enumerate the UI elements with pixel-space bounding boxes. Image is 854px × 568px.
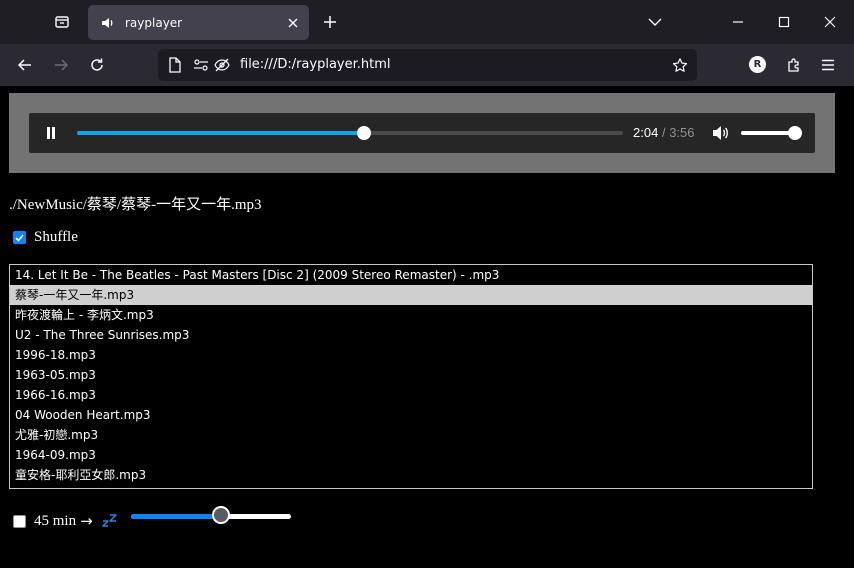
volume-icon: [713, 126, 728, 140]
extensions-button[interactable]: [778, 49, 810, 81]
reload-icon: [91, 58, 103, 71]
list-all-tabs-button[interactable]: [632, 0, 678, 44]
zzz-icon: [101, 514, 119, 528]
puzzle-icon: [788, 58, 799, 72]
speaker-icon: [100, 15, 116, 31]
account-avatar[interactable]: R: [749, 56, 766, 73]
tracking-protection-icon[interactable]: [214, 57, 230, 73]
playlist-item[interactable]: 1966-16.mp3: [10, 385, 812, 405]
window-close-button[interactable]: [807, 0, 853, 44]
volume-thumb[interactable]: [788, 126, 802, 140]
arrow-left-icon: [17, 59, 31, 71]
seek-bar-progress: [77, 131, 364, 135]
navigation-toolbar: file:///D:/rayplayer.html R: [0, 44, 854, 86]
bookmark-star-icon[interactable]: [672, 57, 688, 73]
sleep-timer-slider-fill: [131, 514, 221, 519]
forward-button[interactable]: [45, 49, 77, 81]
playlist-item[interactable]: 1963-05.mp3: [10, 365, 812, 385]
active-tab[interactable]: rayplayer: [88, 5, 309, 40]
back-button[interactable]: [9, 49, 41, 81]
address-bar[interactable]: file:///D:/rayplayer.html: [158, 49, 697, 81]
url-text: file:///D:/rayplayer.html: [240, 57, 391, 72]
checkmark-icon: [15, 233, 24, 242]
playlist-item[interactable]: 昨夜渡輪上 - 李炳文.mp3: [10, 305, 812, 325]
volume-slider[interactable]: [741, 126, 802, 140]
player-frame: 2:04 / 3:56: [9, 93, 835, 173]
hamburger-menu-icon: [822, 59, 834, 71]
playlist-item[interactable]: 14. Let It Be - The Beatles - Past Maste…: [10, 265, 812, 285]
new-tab-button[interactable]: [316, 8, 344, 36]
page-icon: [167, 57, 183, 73]
reload-button[interactable]: [81, 49, 113, 81]
shuffle-checkbox[interactable]: [13, 231, 26, 244]
mute-button[interactable]: [711, 124, 731, 142]
site-permissions-icon[interactable]: [193, 57, 209, 73]
arrow-right-icon: [55, 59, 69, 71]
sleep-timer-arrow: →: [80, 512, 93, 530]
sleep-timer-checkbox[interactable]: [13, 514, 26, 528]
seek-bar-thumb[interactable]: [356, 126, 371, 140]
playlist-listbox[interactable]: 14. Let It Be - The Beatles - Past Maste…: [9, 264, 813, 489]
volume-level: [741, 131, 795, 135]
tab-overview-button[interactable]: [44, 6, 80, 38]
shuffle-label[interactable]: Shuffle: [34, 229, 78, 246]
plus-icon: [324, 16, 336, 28]
app-menu-button[interactable]: [812, 49, 844, 81]
playlist-item[interactable]: 蔡琴-一年又一年.mp3: [10, 285, 812, 305]
shuffle-control: Shuffle: [13, 229, 78, 246]
playlist-item[interactable]: 1996-18.mp3: [10, 345, 812, 365]
playlist-item[interactable]: 1964-09.mp3: [10, 445, 812, 465]
playlist-item[interactable]: 04 Wooden Heart.mp3: [10, 405, 812, 425]
now-playing-path: ./NewMusic/蔡琴/蔡琴-一年又一年.mp3: [9, 197, 262, 213]
maximize-icon: [778, 16, 790, 28]
playlist-item[interactable]: 童安格-耶利亞女郎.mp3: [10, 465, 812, 485]
chevron-down-icon: [648, 18, 662, 26]
tab-title: rayplayer: [125, 15, 183, 30]
sleep-timer-slider[interactable]: [131, 506, 291, 524]
sleep-timer-label: 45 min: [34, 512, 77, 529]
time-separator: /: [661, 125, 666, 140]
seek-bar[interactable]: [77, 126, 623, 140]
tab-overview-icon: [55, 16, 69, 28]
minimize-icon: [733, 21, 743, 23]
duration: 3:56: [669, 125, 695, 140]
audio-player: 2:04 / 3:56: [29, 113, 815, 153]
playlist-item[interactable]: U2 - The Three Sunrises.mp3: [10, 325, 812, 345]
maximize-button[interactable]: [761, 0, 807, 44]
minimize-button[interactable]: [715, 0, 761, 44]
browser-tab-bar: rayplayer: [0, 0, 854, 44]
close-icon: [824, 16, 836, 28]
sleep-timer-control: 45 min →: [13, 512, 119, 530]
sleep-timer-slider-thumb[interactable]: [211, 506, 230, 524]
tab-close-button[interactable]: [279, 9, 307, 37]
close-icon: [288, 18, 298, 27]
pause-icon: [47, 127, 55, 139]
pause-button[interactable]: [43, 125, 59, 141]
playlist-item[interactable]: 尤雅-初戀.mp3: [10, 425, 812, 445]
current-time: 2:04: [633, 125, 659, 140]
time-display: 2:04 / 3:56: [633, 125, 695, 140]
